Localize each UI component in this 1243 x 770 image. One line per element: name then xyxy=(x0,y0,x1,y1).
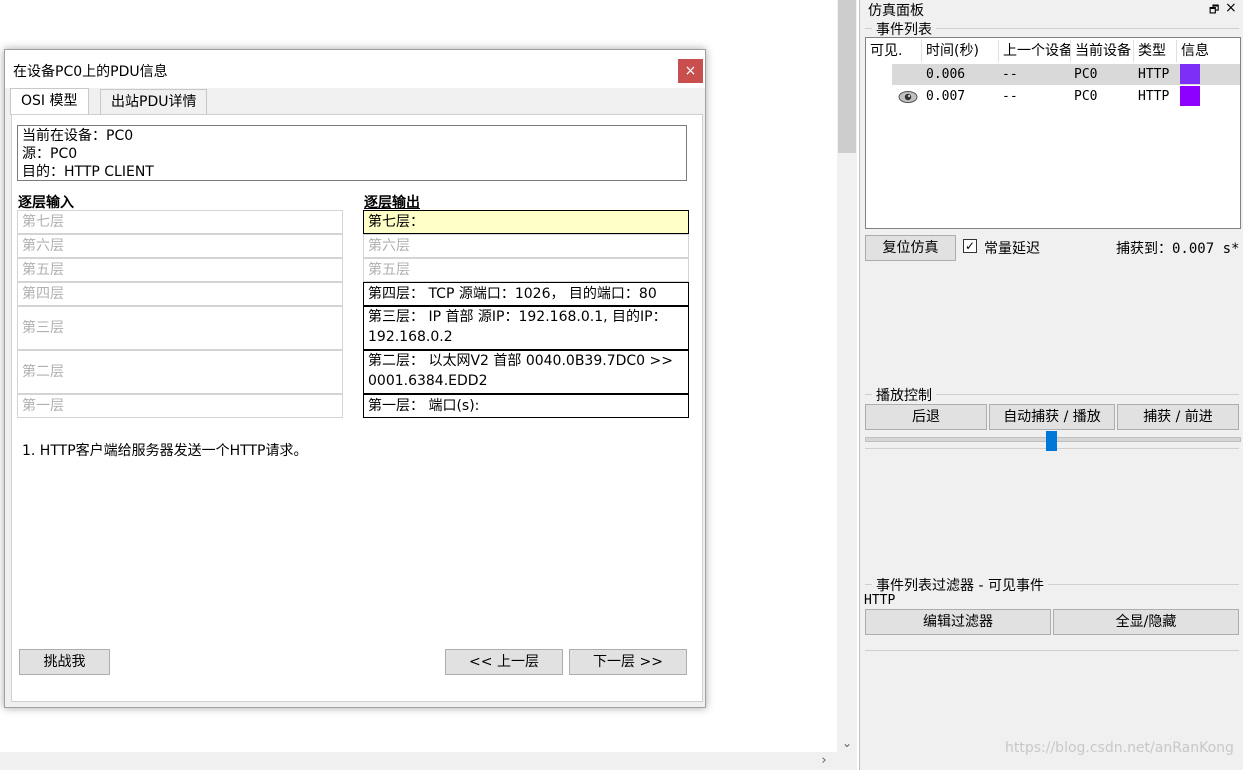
event-current-device: PC0 xyxy=(1074,89,1098,104)
workspace-horizontal-scrollbar[interactable] xyxy=(0,752,837,770)
tab-outbound-pdu-details[interactable]: 出站PDU详情 xyxy=(100,89,208,114)
event-list-label: 事件列表 xyxy=(872,19,936,39)
playback-control-label: 播放控制 xyxy=(872,385,936,405)
event-filter-label: 事件列表过滤器 - 可见事件 xyxy=(872,575,1048,595)
event-info-swatch[interactable] xyxy=(1180,64,1200,84)
in-layer-3[interactable]: 第三层 xyxy=(17,306,343,350)
challenge-me-button[interactable]: 挑战我 xyxy=(19,649,110,675)
event-type: HTTP xyxy=(1138,89,1170,104)
column-header-prev-device[interactable]: 上一个设备 xyxy=(999,40,1071,62)
in-layer-1[interactable]: 第一层 xyxy=(17,394,343,418)
event-info-swatch[interactable] xyxy=(1180,86,1200,106)
in-layer-4[interactable]: 第四层 xyxy=(17,282,343,306)
filter-value: HTTP xyxy=(864,593,896,608)
restore-icon[interactable]: 🗗 xyxy=(1209,1,1219,20)
out-layer-4[interactable]: 第四层： TCP 源端口：1026， 目的端口：80 xyxy=(363,282,689,306)
device-info-box: 当前在设备：PC0 源：PC0 目的：HTTP CLIENT xyxy=(17,125,687,181)
reset-simulation-button[interactable]: 复位仿真 xyxy=(865,235,956,261)
in-layer-5[interactable]: 第五层 xyxy=(17,258,343,282)
captured-time-label: 捕获到：0.007 s* xyxy=(1116,241,1240,257)
in-layer-2[interactable]: 第二层 xyxy=(17,350,343,394)
dialog-titlebar[interactable]: 在设备PC0上的PDU信息 × xyxy=(5,50,705,88)
watermark-text: https://blog.csdn.net/anRanKong xyxy=(1005,740,1234,756)
column-header-type[interactable]: 类型 xyxy=(1134,40,1177,62)
column-header-time[interactable]: 时间(秒) xyxy=(922,40,999,62)
workspace-vertical-scrollbar[interactable]: ⌄ xyxy=(837,0,857,752)
out-layer-7[interactable]: 第七层： xyxy=(363,210,689,234)
group-divider xyxy=(865,650,1239,651)
capture-forward-button[interactable]: 捕获 / 前进 xyxy=(1117,404,1239,430)
pdu-info-dialog: 在设备PC0上的PDU信息 × OSI 模型 出站PDU详情 当前在设备：PC0… xyxy=(4,49,706,708)
column-header-info[interactable]: 信息 xyxy=(1177,40,1240,62)
scrollbar-corner xyxy=(837,752,857,770)
column-header-visible[interactable]: 可见. xyxy=(866,40,922,62)
out-layer-6[interactable]: 第六层 xyxy=(363,234,689,258)
in-layer-6[interactable]: 第六层 xyxy=(17,234,343,258)
dialog-title: 在设备PC0上的PDU信息 xyxy=(13,64,168,80)
scroll-right-icon[interactable]: › xyxy=(817,754,831,768)
panel-title: 仿真面板 xyxy=(868,3,924,19)
event-prev-device: -- xyxy=(1002,89,1018,104)
source-text: 源：PC0 xyxy=(22,146,78,162)
destination-text: 目的：HTTP CLIENT xyxy=(22,164,154,180)
tab-bar: OSI 模型 出站PDU详情 xyxy=(5,88,705,115)
column-header-current-device[interactable]: 当前设备 xyxy=(1071,40,1134,62)
eye-icon[interactable] xyxy=(898,90,918,104)
step-description: 1. HTTP客户端给服务器发送一个HTTP请求。 xyxy=(22,443,308,459)
scrollbar-thumb[interactable] xyxy=(838,0,856,153)
constant-delay-label: 常量延迟 xyxy=(984,241,1040,257)
current-device-text: 当前在设备：PC0 xyxy=(22,128,134,144)
show-all-hide-button[interactable]: 全显/隐藏 xyxy=(1053,609,1239,635)
tab-osi-model[interactable]: OSI 模型 xyxy=(10,88,89,115)
out-layers-header: 逐层输出 xyxy=(364,195,420,211)
event-type: HTTP xyxy=(1138,67,1170,82)
constant-delay-checkbox[interactable]: ✓ xyxy=(963,239,977,253)
event-list-table[interactable]: 可见. 时间(秒) 上一个设备 当前设备 类型 信息 0.006 -- PC0 … xyxy=(865,37,1241,229)
scroll-down-icon[interactable]: ⌄ xyxy=(840,736,854,750)
next-layer-button[interactable]: 下一层 >> xyxy=(569,649,687,675)
in-layer-7[interactable]: 第七层 xyxy=(17,210,343,234)
close-icon[interactable]: × xyxy=(678,59,703,83)
slider-thumb[interactable] xyxy=(1046,431,1057,451)
out-layer-3[interactable]: 第三层： IP 首部 源IP：192.168.0.1, 目的IP：192.168… xyxy=(363,306,689,350)
event-current-device: PC0 xyxy=(1074,67,1098,82)
event-prev-device: -- xyxy=(1002,67,1018,82)
event-time: 0.007 xyxy=(926,89,966,104)
back-button[interactable]: 后退 xyxy=(865,404,987,430)
out-layer-2[interactable]: 第二层： 以太网V2 首部 0040.0B39.7DC0 >> 0001.638… xyxy=(363,350,689,394)
simulation-panel: 仿真面板 🗗 × 事件列表 可见. 时间(秒) 上一个设备 当前设备 类型 信息… xyxy=(859,0,1243,770)
out-layer-5[interactable]: 第五层 xyxy=(363,258,689,282)
previous-layer-button[interactable]: << 上一层 xyxy=(445,649,563,675)
event-time: 0.006 xyxy=(926,67,966,82)
auto-capture-play-button[interactable]: 自动捕获 / 播放 xyxy=(989,404,1115,430)
close-icon[interactable]: × xyxy=(1225,0,1237,16)
event-row[interactable]: 0.007 -- PC0 HTTP xyxy=(892,86,1240,107)
event-row[interactable]: 0.006 -- PC0 HTTP xyxy=(892,64,1240,85)
edit-filter-button[interactable]: 编辑过滤器 xyxy=(865,609,1051,635)
in-layers-header: 逐层输入 xyxy=(18,195,74,211)
out-layer-1[interactable]: 第一层： 端口(s): xyxy=(363,394,689,418)
